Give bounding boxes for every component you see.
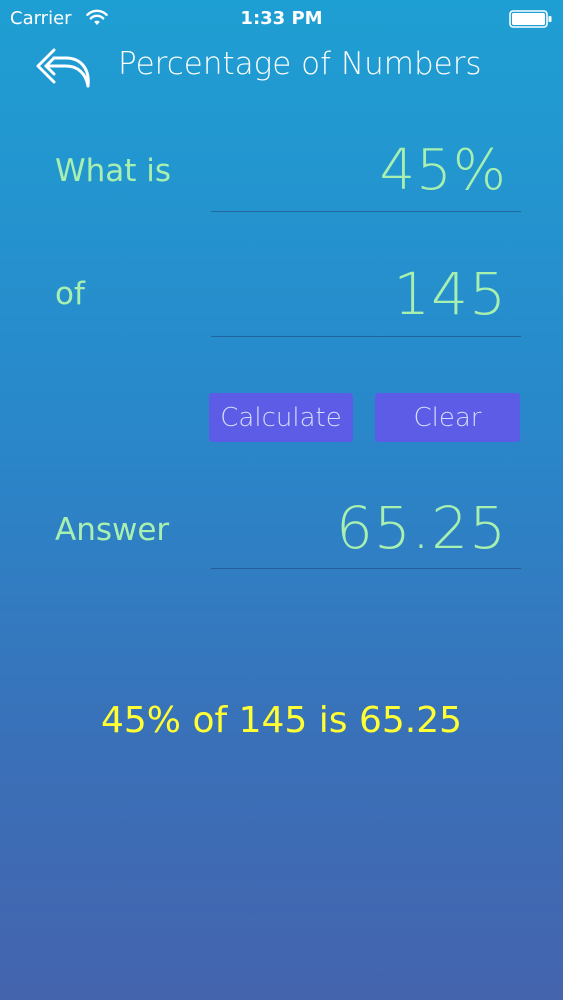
percent-input-underline bbox=[211, 211, 521, 212]
clock: 1:33 PM bbox=[240, 8, 323, 29]
number-input-underline bbox=[211, 336, 521, 337]
percent-label: What is bbox=[55, 153, 172, 189]
percent-input[interactable]: 45% bbox=[380, 138, 507, 203]
calculate-button[interactable]: Calculate bbox=[209, 393, 353, 442]
answer-underline bbox=[211, 568, 521, 569]
result-summary: 45% of 145 is 65.25 bbox=[100, 700, 463, 741]
number-input[interactable]: 145 bbox=[393, 260, 507, 328]
answer-label: Answer bbox=[55, 512, 170, 548]
app-screen: Carrier 1:33 PM Percentage of Numbers Wh… bbox=[0, 0, 563, 1000]
reply-arrow-icon bbox=[36, 48, 90, 88]
status-bar: Carrier 1:33 PM bbox=[0, 0, 563, 38]
clear-button[interactable]: Clear bbox=[375, 393, 520, 442]
back-button[interactable] bbox=[32, 44, 96, 94]
battery-icon bbox=[509, 10, 552, 28]
number-label: of bbox=[55, 276, 85, 312]
answer-value: 65.25 bbox=[335, 494, 507, 562]
page-title: Percentage of Numbers bbox=[118, 46, 482, 82]
